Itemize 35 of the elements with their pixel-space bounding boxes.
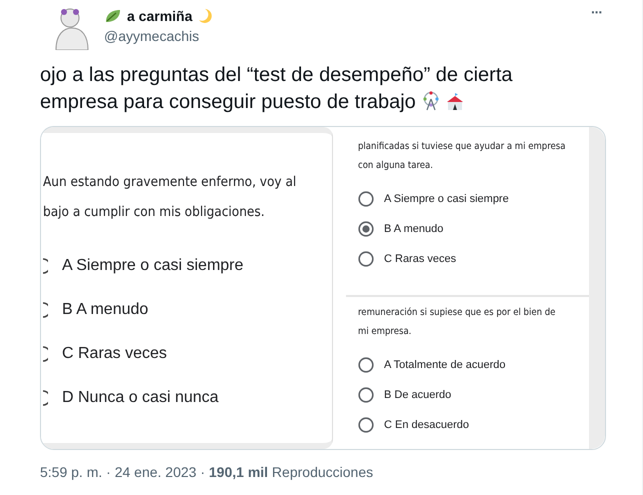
radio-button[interactable] [358, 220, 374, 236]
option-label: D Nunca o casi nunca [62, 389, 219, 407]
radio-button[interactable] [43, 390, 48, 406]
question-text: remuneración si supiese que es por el bien de [358, 306, 556, 320]
radio-button[interactable] [358, 190, 374, 206]
option-label: B A menudo [384, 222, 444, 234]
option-label: B A menudo [62, 301, 148, 319]
moon-icon [197, 8, 214, 24]
circus-tent-icon [445, 91, 466, 111]
radio-button[interactable] [43, 258, 48, 274]
option-label: A Siempre o casi siempre [384, 192, 509, 204]
question-text: planificadas si tuviese que ayudar a mi empresa [358, 140, 566, 154]
radio-button[interactable] [358, 356, 374, 372]
tweet-text: ojo a las preguntas del “test de desempeño” de cierta empresa para conseguir puesto de trabajo [40, 63, 514, 115]
more-button[interactable]: ··· [591, 4, 602, 20]
option-label: A Siempre o casi siempre [62, 257, 244, 275]
radio-button[interactable] [43, 346, 48, 362]
radio-button[interactable] [43, 302, 48, 318]
leaf-icon [104, 8, 122, 24]
author-handle[interactable]: @ayymecachis [104, 28, 583, 44]
radio-button[interactable] [358, 250, 374, 266]
option-label: C Raras veces [62, 345, 167, 363]
question-text: Aun estando gravemente enfermo, voy al [43, 173, 298, 192]
radio-button[interactable] [358, 416, 374, 432]
question-text: bajo a cumplir con mis obligaciones. [43, 203, 266, 222]
option-label: C Raras veces [384, 252, 456, 264]
author-name[interactable]: a carmiña [127, 8, 192, 24]
option-label: C En desacuerdo [384, 418, 469, 430]
tweet-meta: 5:59 p. m. · 24 ene. 2023 · 190,1 mil Reproducciones [40, 464, 374, 480]
ferris-wheel-icon [421, 91, 442, 111]
question-text: mi empresa. [358, 325, 412, 339]
option-label: B De acuerdo [384, 388, 452, 400]
radio-button[interactable] [358, 386, 374, 402]
option-label: A Totalmente de acuerdo [384, 358, 506, 370]
question-text: con alguna tarea. [358, 159, 434, 173]
